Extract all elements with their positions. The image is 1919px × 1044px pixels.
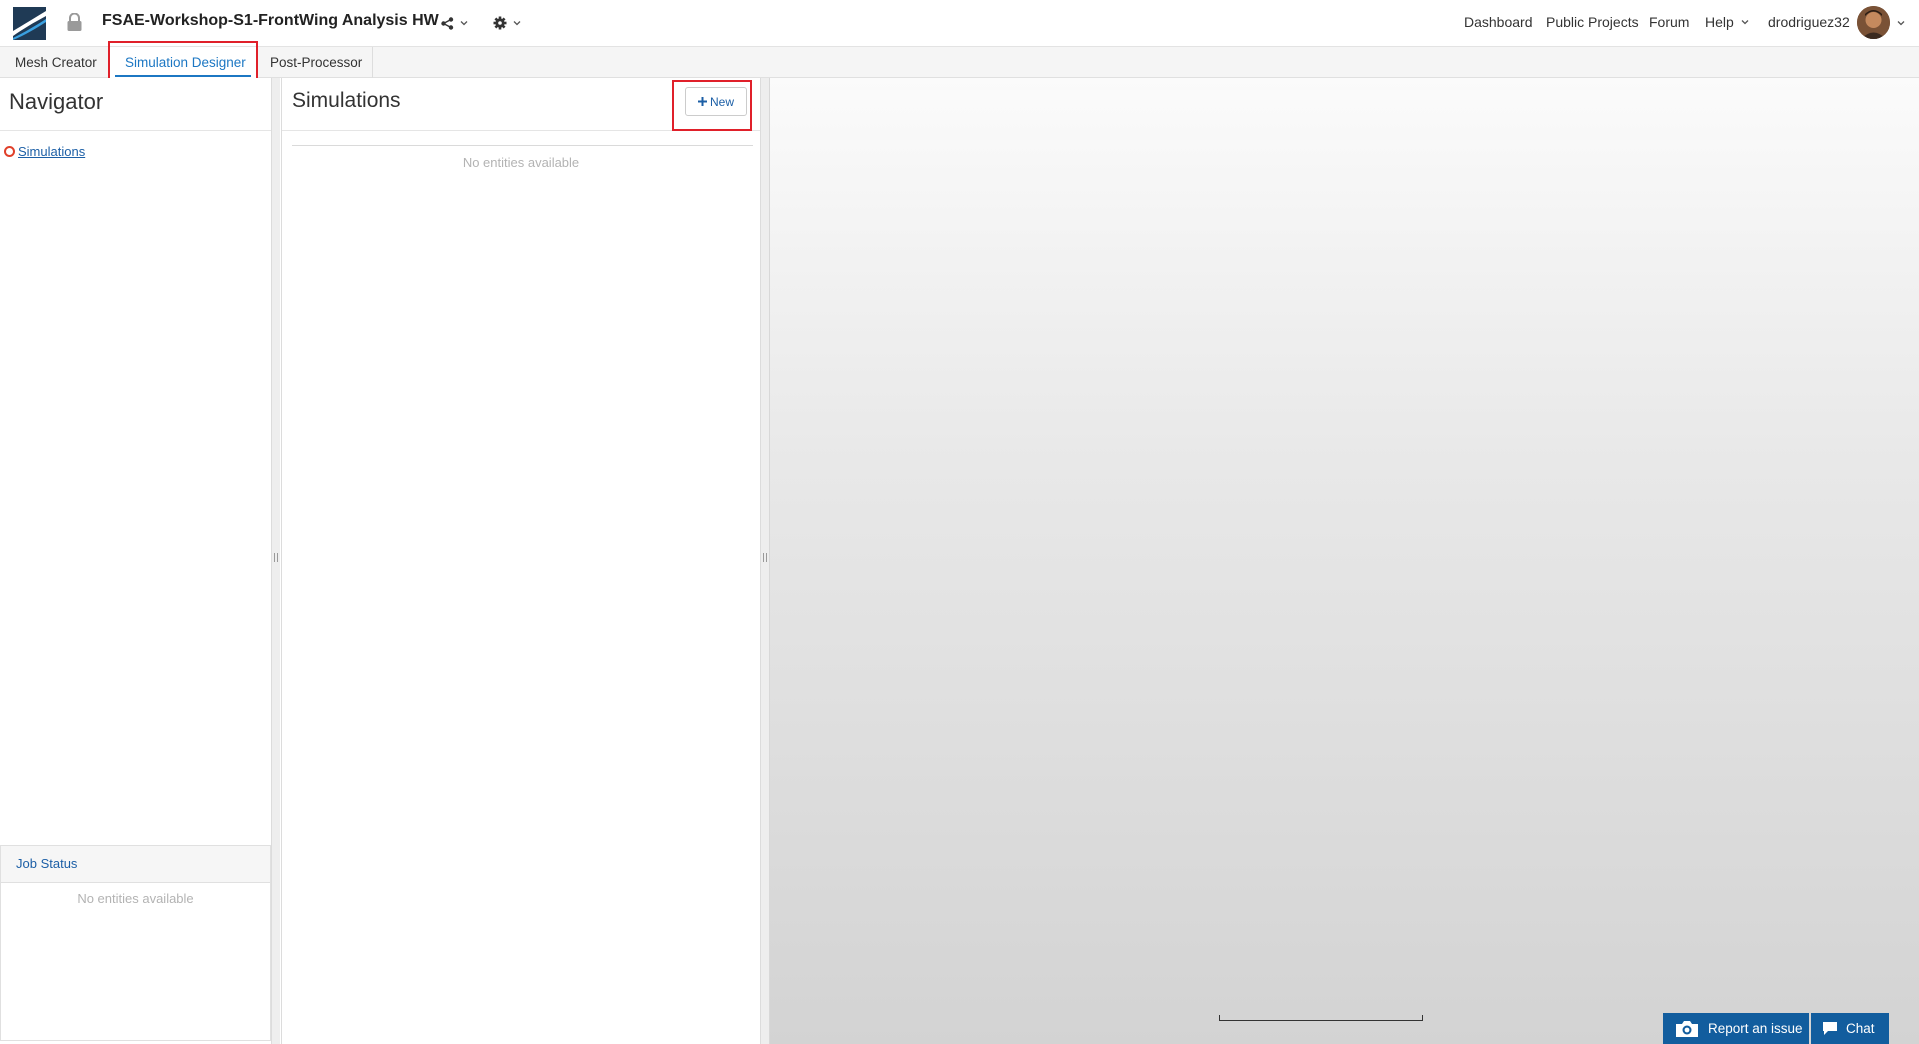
tree-item-simulations[interactable]: Simulations (4, 144, 85, 159)
chat-label: Chat (1846, 1021, 1875, 1036)
top-bar: FSAE-Workshop-S1-FrontWing Analysis HW D… (0, 0, 1919, 47)
help-dropdown[interactable]: Help (1705, 14, 1749, 30)
scale-bar (1219, 1015, 1423, 1021)
tab-simulation-designer[interactable]: Simulation Designer (109, 47, 257, 78)
navigator-divider (0, 130, 271, 131)
splitter-grip-icon (274, 553, 278, 562)
chevron-down-icon (460, 21, 468, 26)
report-issue-label: Report an issue (1708, 1021, 1803, 1036)
simulations-title: Simulations (292, 89, 401, 112)
tab-divider (372, 47, 373, 78)
simulations-splitter[interactable] (761, 78, 769, 1044)
tab-post-processor[interactable]: Post-Processor (258, 47, 372, 78)
camera-icon (1676, 1020, 1698, 1037)
nav-public-projects-link[interactable]: Public Projects (1546, 14, 1639, 30)
lock-icon (67, 13, 82, 31)
3d-viewer[interactable] (769, 78, 1919, 1044)
settings-dropdown[interactable] (493, 13, 521, 33)
workbench-tab-bar: Mesh Creator Simulation Designer Post-Pr… (0, 47, 1919, 78)
nav-dashboard-link[interactable]: Dashboard (1464, 14, 1533, 30)
job-status-empty-text: No entities available (77, 891, 194, 906)
chevron-down-icon (513, 21, 521, 26)
chevron-down-icon[interactable] (1897, 19, 1905, 27)
job-status-header[interactable]: Job Status (1, 846, 270, 883)
job-status-panel: Job Status No entities available (0, 845, 271, 1041)
simulations-panel: Simulations New No entities available (281, 78, 761, 1044)
simulations-divider (282, 130, 760, 131)
new-simulation-button[interactable]: New (685, 87, 747, 116)
nav-forum-link[interactable]: Forum (1649, 14, 1689, 30)
help-label: Help (1705, 14, 1734, 30)
project-title: FSAE-Workshop-S1-FrontWing Analysis HW (102, 12, 439, 29)
username-label[interactable]: drodriguez32 (1768, 14, 1850, 30)
gear-icon (493, 16, 507, 30)
tab-mesh-creator[interactable]: Mesh Creator (0, 47, 108, 78)
simulations-list-divider (292, 145, 753, 146)
status-circle-icon (4, 146, 15, 157)
share-dropdown[interactable] (441, 13, 468, 33)
avatar-image (1857, 6, 1890, 39)
share-icon (441, 16, 454, 30)
plus-icon (697, 97, 707, 106)
user-avatar[interactable] (1857, 6, 1890, 39)
tree-item-label: Simulations (18, 144, 86, 159)
simulations-empty-text: No entities available (462, 155, 580, 170)
new-button-label: New (709, 94, 734, 109)
splitter-grip-icon (763, 553, 767, 562)
navigator-splitter[interactable] (272, 78, 280, 1044)
chevron-down-icon (1741, 20, 1749, 25)
navigator-title: Navigator (9, 89, 104, 114)
report-issue-button[interactable]: Report an issue (1663, 1013, 1809, 1044)
chat-button[interactable]: Chat (1811, 1013, 1889, 1044)
chat-bubble-icon (1823, 1022, 1837, 1035)
simscale-logo-icon[interactable] (13, 7, 46, 40)
